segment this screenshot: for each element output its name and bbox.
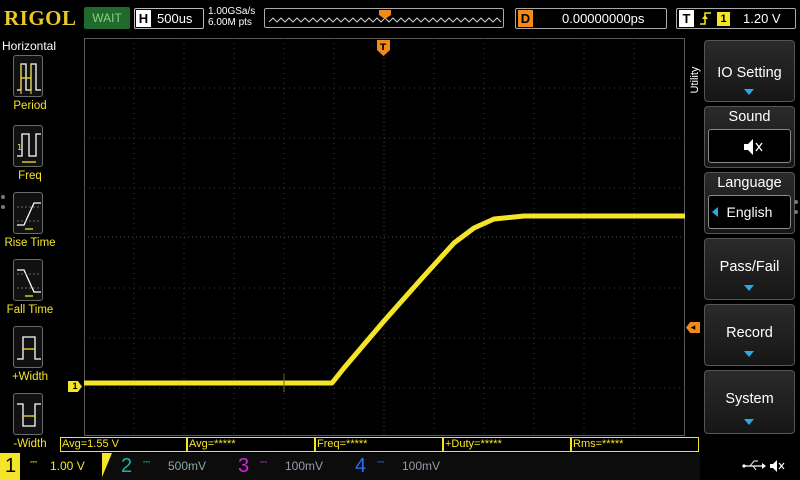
panel-title: Horizontal xyxy=(2,39,57,53)
positive-width-icon xyxy=(13,326,43,368)
channel-1-tab[interactable]: 1 ⎓ 1.00 V xyxy=(0,453,112,480)
measure-positive-width[interactable]: +Width xyxy=(0,326,60,392)
menu-system[interactable]: System xyxy=(704,370,795,434)
measure-rise-time[interactable]: Rise Time xyxy=(0,192,60,258)
trigger-position-label: T xyxy=(380,43,387,53)
measure-negative-width-label: -Width xyxy=(13,438,47,450)
channel-2-tab[interactable]: 2 ⎓ 500mV xyxy=(115,453,227,480)
menu-tab-utility: Utility xyxy=(689,66,701,94)
measure-positive-width-label: +Width xyxy=(11,371,49,383)
memory-waveform-preview xyxy=(268,10,502,23)
horizontal-label: H xyxy=(136,10,151,27)
measure-freq[interactable]: 1 Freq xyxy=(0,125,60,191)
channel-bar: 1 ⎓ 1.00 V 2 ⎓ 500mV 3 ⎓ 100mV 4 ⎓ 100mV xyxy=(0,453,800,480)
menu-pass-fail[interactable]: Pass/Fail xyxy=(704,238,795,300)
measure-negative-width[interactable]: -Width xyxy=(0,393,60,459)
channel-2-number: 2 xyxy=(121,455,133,477)
fall-time-icon xyxy=(13,259,43,301)
submenu-arrow-icon xyxy=(744,89,754,95)
measure-period-label: Period xyxy=(13,100,47,112)
channel-4-number: 4 xyxy=(355,455,367,477)
channel-1-scale: 1.00 V xyxy=(50,459,85,473)
memory-depth: 6.00M pts xyxy=(208,17,252,28)
trigger-level-value: 1.20 V xyxy=(743,11,781,26)
measure-rise-time-label: Rise Time xyxy=(4,237,56,249)
menu-record-label: Record xyxy=(726,325,773,341)
horizontal-measure-panel: Horizontal Period 1 Freq Rise Time Fall … xyxy=(0,37,60,451)
measurement-item[interactable]: Avg=***** xyxy=(187,437,315,452)
ch1-waveform xyxy=(84,213,685,386)
measurement-item[interactable]: Freq=***** xyxy=(315,437,443,452)
submenu-arrow-icon xyxy=(744,419,754,425)
usb-icon xyxy=(742,460,766,471)
menu-sound[interactable]: Sound xyxy=(704,106,795,168)
measurement-bar: Avg=1.55 V Avg=***** Freq=***** +Duty=**… xyxy=(60,437,700,453)
status-icons xyxy=(742,457,792,478)
measurement-item[interactable]: Rms=***** xyxy=(571,437,699,452)
menu-pass-fail-label: Pass/Fail xyxy=(719,259,780,275)
measure-fall-time-label: Fall Time xyxy=(6,304,54,316)
run-status-badge[interactable]: WAIT xyxy=(84,7,130,29)
channel-4-scale: 100mV xyxy=(402,459,441,473)
top-status-bar: RIGOL WAIT H 500us 1.00GSa/s 6.00M pts D… xyxy=(0,0,800,37)
menu-record[interactable]: Record xyxy=(704,304,795,366)
channel-4-coupling-icon: ⎓ xyxy=(377,457,385,467)
brand-logo: RIGOL xyxy=(4,6,77,30)
graticule xyxy=(84,38,685,436)
channel-3-coupling-icon: ⎓ xyxy=(260,457,268,467)
channel-4-tab[interactable]: 4 ⎓ 100mV xyxy=(349,453,461,480)
trigger-level-marker[interactable]: ◂ xyxy=(686,322,700,333)
channel-1-number: 1 xyxy=(5,455,17,477)
sample-info: 1.00GSa/s 6.00M pts xyxy=(208,6,255,28)
ch1-offset-marker[interactable]: 1 xyxy=(68,381,82,392)
measurement-item[interactable]: Avg=1.55 V xyxy=(60,437,187,452)
speaker-muted-icon xyxy=(744,139,763,155)
menu-language-label: Language xyxy=(717,175,782,191)
language-value: English xyxy=(726,204,773,220)
timebase-box[interactable]: H 500us xyxy=(134,8,204,29)
trigger-label: T xyxy=(679,10,694,27)
submenu-arrow-icon xyxy=(744,285,754,291)
delay-label: D xyxy=(518,10,533,27)
trigger-source-badge: 1 xyxy=(717,12,730,26)
channel-1-coupling-icon: ⎓ xyxy=(30,457,38,467)
svg-text:1: 1 xyxy=(17,143,22,152)
sample-rate: 1.00GSa/s xyxy=(208,6,256,17)
menu-scroll-dots xyxy=(794,200,799,220)
menu-io-setting-label: IO Setting xyxy=(717,65,782,81)
waveform-display[interactable] xyxy=(84,38,685,436)
menu-sound-label: Sound xyxy=(728,109,771,125)
memory-overview[interactable] xyxy=(264,8,504,28)
channel-3-scale: 100mV xyxy=(285,459,324,473)
delay-box[interactable]: D 0.00000000ps xyxy=(515,8,667,29)
menu-language[interactable]: Language English xyxy=(704,172,795,234)
trigger-position-marker[interactable]: T xyxy=(377,40,390,56)
freq-icon: 1 xyxy=(13,125,43,167)
menu-system-label: System xyxy=(725,391,774,407)
channel-2-scale: 500mV xyxy=(168,459,207,473)
menu-io-setting[interactable]: IO Setting xyxy=(704,40,795,102)
speaker-muted-icon xyxy=(770,460,785,472)
channel-3-number: 3 xyxy=(238,455,250,477)
measure-freq-label: Freq xyxy=(18,170,42,182)
language-value-box: English xyxy=(708,195,791,229)
rising-edge-icon xyxy=(699,10,713,30)
memory-trigger-marker xyxy=(379,10,391,19)
delay-value: 0.00000000ps xyxy=(562,11,645,26)
trigger-box[interactable]: T 1 1.20 V xyxy=(676,8,796,29)
negative-width-icon xyxy=(13,393,43,435)
channel-2-coupling-icon: ⎓ xyxy=(143,457,151,467)
timebase-value: 500us xyxy=(157,11,193,26)
measure-fall-time[interactable]: Fall Time xyxy=(0,259,60,325)
period-icon xyxy=(13,55,43,97)
measure-period[interactable]: Period xyxy=(0,55,60,121)
rise-time-icon xyxy=(13,192,43,234)
channel-3-tab[interactable]: 3 ⎓ 100mV xyxy=(232,453,344,480)
sound-value-box xyxy=(708,129,791,163)
submenu-arrow-icon xyxy=(744,351,754,357)
measurement-item[interactable]: +Duty=***** xyxy=(443,437,571,452)
